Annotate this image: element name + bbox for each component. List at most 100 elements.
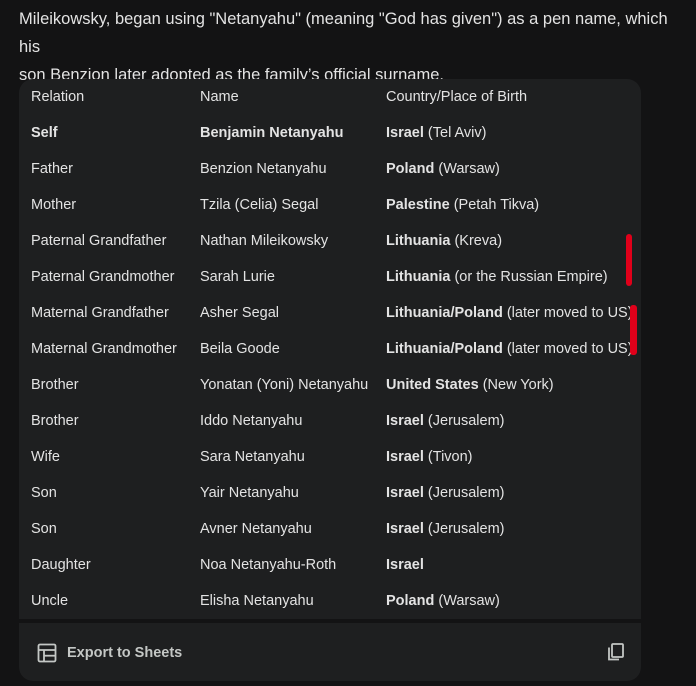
relation-cell: Self	[31, 125, 58, 141]
place-of-birth: (Jerusalem)	[423, 521, 505, 537]
table-icon	[37, 643, 57, 663]
name-cell: Sarah Lurie	[200, 269, 275, 285]
place-of-birth: (Jerusalem)	[423, 413, 505, 429]
name-cell: Benjamin Netanyahu	[200, 125, 344, 141]
relation-cell: Daughter	[31, 557, 91, 573]
table-row: Maternal Grandfather Asher Segal Lithuania…	[19, 295, 641, 331]
place-of-birth: (Warsaw)	[434, 593, 500, 609]
name-cell: Asher Segal	[200, 305, 279, 321]
relation-cell: Brother	[31, 377, 79, 393]
name-cell: Noa Netanyahu-Roth	[200, 557, 337, 573]
country-name: Israel	[386, 413, 424, 429]
country-cell: Palestine (Petah Tikva)	[386, 187, 641, 223]
country-name: Poland	[386, 593, 435, 609]
header-relation: Relation	[31, 89, 85, 105]
table-row: Maternal Grandmother Beila Goode Lithuania…	[19, 331, 641, 367]
relation-cell: Uncle	[31, 593, 69, 609]
country-cell: Lithuania/Poland (later moved to US)	[386, 295, 641, 331]
country-name: Israel	[386, 521, 424, 537]
country-cell: Poland (Warsaw)	[386, 151, 641, 187]
family-table-card: Relation Name Country/Place of Birth Sel…	[19, 79, 641, 619]
copy-icon[interactable]	[606, 642, 628, 664]
table-row: Paternal Grandmother Sarah Lurie Lithuania…	[19, 259, 641, 295]
place-of-birth: (Tel Aviv)	[423, 125, 487, 141]
place-of-birth: (Petah Tikva)	[449, 197, 540, 213]
country-cell: Israel	[386, 547, 641, 583]
name-cell: Avner Netanyahu	[200, 521, 312, 537]
table-row: Brother Yonatan (Yoni) Netanyahu United St…	[19, 367, 641, 403]
name-cell: Iddo Netanyahu	[200, 413, 303, 429]
table-row: Son Yair Netanyahu Israel (Jerusalem)	[19, 475, 641, 511]
export-to-sheets-button[interactable]: Export to Sheets	[37, 641, 182, 665]
relation-cell: Son	[31, 521, 57, 537]
place-of-birth: (New York)	[478, 377, 554, 393]
name-cell: Sara Netanyahu	[200, 449, 305, 465]
header-name: Name	[200, 89, 239, 105]
table-row: Daughter Noa Netanyahu-Roth Israel	[19, 547, 641, 583]
intro-line-1: Mileikowsky, began using "Netanyahu" (me…	[19, 10, 668, 56]
name-cell: Nathan Mileikowsky	[200, 233, 329, 249]
country-name: United States	[386, 377, 479, 393]
country-cell: Lithuania (or the Russian Empire)	[386, 259, 641, 295]
red-annotation-mark	[626, 234, 632, 286]
country-name: Israel	[386, 485, 424, 501]
name-cell: Tzila (Celia) Segal	[200, 197, 319, 213]
name-cell: Beila Goode	[200, 341, 280, 357]
table-header-row: Relation Name Country/Place of Birth	[19, 79, 641, 115]
table-body: Self Benjamin Netanyahu Israel (Tel Aviv) F…	[19, 115, 641, 619]
country-cell: Israel (Jerusalem)	[386, 511, 641, 547]
name-cell: Benzion Netanyahu	[200, 161, 327, 177]
export-to-sheets-label: Export to Sheets	[67, 645, 183, 661]
place-of-birth: (later moved to US)	[502, 305, 633, 321]
table-row: Brother Iddo Netanyahu Israel (Jerusalem)	[19, 403, 641, 439]
name-cell: Elisha Netanyahu	[200, 593, 314, 609]
country-cell: Israel (Tivon)	[386, 439, 641, 475]
place-of-birth: (Tivon)	[423, 449, 473, 465]
table-row: Wife Sara Netanyahu Israel (Tivon)	[19, 439, 641, 475]
country-cell: Lithuania (Kreva)	[386, 223, 641, 259]
name-cell: Yonatan (Yoni) Netanyahu	[200, 377, 369, 393]
relation-cell: Mother	[31, 197, 77, 213]
country-cell: Israel (Jerusalem)	[386, 475, 641, 511]
country-name: Israel	[386, 557, 424, 573]
relation-cell: Son	[31, 485, 57, 501]
country-cell: United States (New York)	[386, 367, 641, 403]
family-table: Relation Name Country/Place of Birth Sel…	[19, 79, 641, 619]
table-row: Self Benjamin Netanyahu Israel (Tel Aviv)	[19, 115, 641, 151]
red-annotation-mark	[630, 305, 637, 355]
relation-cell: Wife	[31, 449, 60, 465]
name-cell: Yair Netanyahu	[200, 485, 299, 501]
relation-cell: Maternal Grandmother	[31, 341, 177, 357]
table-row: Paternal Grandfather Nathan Mileikowsky Li…	[19, 223, 641, 259]
country-name: Israel	[386, 449, 424, 465]
country-cell: Israel (Tel Aviv)	[386, 115, 641, 151]
intro-paragraph: Mileikowsky, began using "Netanyahu" (me…	[19, 5, 691, 89]
table-row: Father Benzion Netanyahu Poland (Warsaw)	[19, 151, 641, 187]
country-name: Lithuania/Poland	[386, 341, 503, 357]
relation-cell: Father	[31, 161, 73, 177]
place-of-birth: (or the Russian Empire)	[450, 269, 608, 285]
country-name: Israel	[386, 125, 424, 141]
table-row: Uncle Elisha Netanyahu Poland (Warsaw)	[19, 583, 641, 619]
country-cell: Lithuania/Poland (later moved to US)	[386, 331, 641, 367]
relation-cell: Paternal Grandfather	[31, 233, 167, 249]
country-cell: Poland (Warsaw)	[386, 583, 641, 619]
place-of-birth: (later moved to US)	[502, 341, 633, 357]
relation-cell: Paternal Grandmother	[31, 269, 175, 285]
table-footer: Export to Sheets	[19, 623, 641, 681]
country-name: Lithuania	[386, 233, 451, 249]
table-row: Son Avner Netanyahu Israel (Jerusalem)	[19, 511, 641, 547]
country-name: Palestine	[386, 197, 450, 213]
country-name: Lithuania	[386, 269, 451, 285]
country-name: Poland	[386, 161, 435, 177]
chat-page: Mileikowsky, began using "Netanyahu" (me…	[0, 0, 696, 686]
place-of-birth: (Jerusalem)	[423, 485, 505, 501]
country-cell: Israel (Jerusalem)	[386, 403, 641, 439]
relation-cell: Maternal Grandfather	[31, 305, 169, 321]
place-of-birth: (Warsaw)	[434, 161, 500, 177]
table-row: Mother Tzila (Celia) Segal Palestine (Peta…	[19, 187, 641, 223]
header-country: Country/Place of Birth	[386, 89, 528, 105]
place-of-birth: (Kreva)	[450, 233, 503, 249]
relation-cell: Brother	[31, 413, 79, 429]
country-name: Lithuania/Poland	[386, 305, 503, 321]
